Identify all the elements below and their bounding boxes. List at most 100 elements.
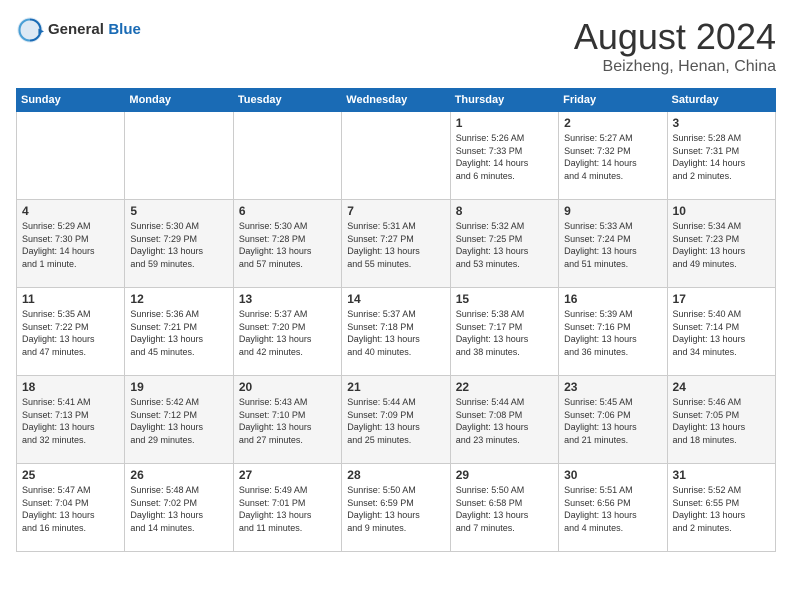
cell-info: Sunrise: 5:51 AM Sunset: 6:56 PM Dayligh… [564, 484, 661, 534]
cell-info: Sunrise: 5:41 AM Sunset: 7:13 PM Dayligh… [22, 396, 119, 446]
cell-info: Sunrise: 5:36 AM Sunset: 7:21 PM Dayligh… [130, 308, 227, 358]
day-number: 25 [22, 468, 119, 482]
header-cell-sunday: Sunday [17, 89, 125, 112]
logo-blue: Blue [108, 21, 141, 38]
day-number: 20 [239, 380, 336, 394]
calendar-cell: 12Sunrise: 5:36 AM Sunset: 7:21 PM Dayli… [125, 288, 233, 376]
header-cell-thursday: Thursday [450, 89, 558, 112]
day-number: 4 [22, 204, 119, 218]
day-number: 11 [22, 292, 119, 306]
calendar-cell: 17Sunrise: 5:40 AM Sunset: 7:14 PM Dayli… [667, 288, 775, 376]
day-number: 23 [564, 380, 661, 394]
calendar-cell: 24 Sunrise: 5:46 AM Sunset: 7:05 PM Dayli… [667, 376, 775, 464]
day-number: 24 [673, 380, 770, 394]
day-number: 26 [130, 468, 227, 482]
cell-info: Sunrise: 5:43 AM Sunset: 7:10 PM Dayligh… [239, 396, 336, 446]
cell-info: Sunrise: 5:47 AM Sunset: 7:04 PM Dayligh… [22, 484, 119, 534]
day-number: 29 [456, 468, 553, 482]
calendar-cell: 18 Sunrise: 5:41 AM Sunset: 7:13 PM Dayli… [17, 376, 125, 464]
calendar-cell: 8 Sunrise: 5:32 AM Sunset: 7:25 PM Daylig… [450, 200, 558, 288]
day-number: 18 [22, 380, 119, 394]
calendar-cell: 31 Sunrise: 5:52 AM Sunset: 6:55 PM Dayli… [667, 464, 775, 552]
logo-icon [16, 16, 44, 44]
day-number: 21 [347, 380, 444, 394]
cell-info: Sunrise: 5:33 AM Sunset: 7:24 PM Dayligh… [564, 220, 661, 270]
day-number: 28 [347, 468, 444, 482]
header-cell-monday: Monday [125, 89, 233, 112]
month-title: August 2024 [574, 16, 776, 58]
week-row-1: 1 Sunrise: 5:26 AM Sunset: 7:33 PM Daylig… [17, 112, 776, 200]
calendar-cell [233, 112, 341, 200]
cell-info: Sunrise: 5:48 AM Sunset: 7:02 PM Dayligh… [130, 484, 227, 534]
calendar-cell: 6Sunrise: 5:30 AM Sunset: 7:28 PM Daylig… [233, 200, 341, 288]
day-number: 8 [456, 204, 553, 218]
cell-info: Sunrise: 5:44 AM Sunset: 7:08 PM Dayligh… [456, 396, 553, 446]
calendar-table: SundayMondayTuesdayWednesdayThursdayFrid… [16, 88, 776, 552]
calendar-cell: 2Sunrise: 5:27 AM Sunset: 7:32 PM Daylig… [559, 112, 667, 200]
cell-info: Sunrise: 5:30 AM Sunset: 7:29 PM Dayligh… [130, 220, 227, 270]
cell-info: Sunrise: 5:34 AM Sunset: 7:23 PM Dayligh… [673, 220, 770, 270]
day-number: 1 [456, 116, 553, 130]
header-cell-friday: Friday [559, 89, 667, 112]
logo-text: General Blue [48, 21, 141, 39]
day-number: 9 [564, 204, 661, 218]
calendar-cell: 7 Sunrise: 5:31 AM Sunset: 7:27 PM Daylig… [342, 200, 450, 288]
cell-info: Sunrise: 5:45 AM Sunset: 7:06 PM Dayligh… [564, 396, 661, 446]
calendar-cell: 10 Sunrise: 5:34 AM Sunset: 7:23 PM Dayli… [667, 200, 775, 288]
day-number: 2 [564, 116, 661, 130]
calendar-cell: 13 Sunrise: 5:37 AM Sunset: 7:20 PM Dayli… [233, 288, 341, 376]
day-number: 7 [347, 204, 444, 218]
cell-info: Sunrise: 5:39 AM Sunset: 7:16 PM Dayligh… [564, 308, 661, 358]
cell-info: Sunrise: 5:52 AM Sunset: 6:55 PM Dayligh… [673, 484, 770, 534]
calendar-cell: 1 Sunrise: 5:26 AM Sunset: 7:33 PM Daylig… [450, 112, 558, 200]
calendar-cell: 4 Sunrise: 5:29 AM Sunset: 7:30 PM Daylig… [17, 200, 125, 288]
week-row-2: 4 Sunrise: 5:29 AM Sunset: 7:30 PM Daylig… [17, 200, 776, 288]
calendar-cell: 26 Sunrise: 5:48 AM Sunset: 7:02 PM Dayli… [125, 464, 233, 552]
day-number: 5 [130, 204, 227, 218]
day-number: 3 [673, 116, 770, 130]
calendar-cell: 23 Sunrise: 5:45 AM Sunset: 7:06 PM Dayli… [559, 376, 667, 464]
day-number: 31 [673, 468, 770, 482]
cell-info: Sunrise: 5:44 AM Sunset: 7:09 PM Dayligh… [347, 396, 444, 446]
calendar-cell: 21 Sunrise: 5:44 AM Sunset: 7:09 PM Dayli… [342, 376, 450, 464]
calendar-cell: 25 Sunrise: 5:47 AM Sunset: 7:04 PM Dayli… [17, 464, 125, 552]
header-row: SundayMondayTuesdayWednesdayThursdayFrid… [17, 89, 776, 112]
week-row-5: 25 Sunrise: 5:47 AM Sunset: 7:04 PM Dayli… [17, 464, 776, 552]
cell-info: Sunrise: 5:50 AM Sunset: 6:59 PM Dayligh… [347, 484, 444, 534]
calendar-cell: 3 Sunrise: 5:28 AM Sunset: 7:31 PM Daylig… [667, 112, 775, 200]
logo-general: General [48, 21, 104, 38]
page-header: General Blue August 2024 Beizheng, Henan… [16, 16, 776, 76]
title-block: August 2024 Beizheng, Henan, China [574, 16, 776, 76]
cell-info: Sunrise: 5:46 AM Sunset: 7:05 PM Dayligh… [673, 396, 770, 446]
day-number: 27 [239, 468, 336, 482]
calendar-cell [342, 112, 450, 200]
cell-info: Sunrise: 5:42 AM Sunset: 7:12 PM Dayligh… [130, 396, 227, 446]
week-row-3: 11 Sunrise: 5:35 AM Sunset: 7:22 PM Dayli… [17, 288, 776, 376]
calendar-cell [125, 112, 233, 200]
cell-info: Sunrise: 5:35 AM Sunset: 7:22 PM Dayligh… [22, 308, 119, 358]
cell-info: Sunrise: 5:30 AM Sunset: 7:28 PM Dayligh… [239, 220, 336, 270]
cell-info: Sunrise: 5:38 AM Sunset: 7:17 PM Dayligh… [456, 308, 553, 358]
day-number: 10 [673, 204, 770, 218]
calendar-header: SundayMondayTuesdayWednesdayThursdayFrid… [17, 89, 776, 112]
calendar-cell: 16Sunrise: 5:39 AM Sunset: 7:16 PM Dayli… [559, 288, 667, 376]
day-number: 15 [456, 292, 553, 306]
calendar-cell: 30Sunrise: 5:51 AM Sunset: 6:56 PM Dayli… [559, 464, 667, 552]
header-cell-saturday: Saturday [667, 89, 775, 112]
calendar-cell: 15 Sunrise: 5:38 AM Sunset: 7:17 PM Dayli… [450, 288, 558, 376]
cell-info: Sunrise: 5:29 AM Sunset: 7:30 PM Dayligh… [22, 220, 119, 270]
day-number: 13 [239, 292, 336, 306]
week-row-4: 18 Sunrise: 5:41 AM Sunset: 7:13 PM Dayli… [17, 376, 776, 464]
day-number: 17 [673, 292, 770, 306]
calendar-cell: 20 Sunrise: 5:43 AM Sunset: 7:10 PM Dayli… [233, 376, 341, 464]
cell-info: Sunrise: 5:32 AM Sunset: 7:25 PM Dayligh… [456, 220, 553, 270]
calendar-cell: 19Sunrise: 5:42 AM Sunset: 7:12 PM Dayli… [125, 376, 233, 464]
cell-info: Sunrise: 5:37 AM Sunset: 7:18 PM Dayligh… [347, 308, 444, 358]
cell-info: Sunrise: 5:37 AM Sunset: 7:20 PM Dayligh… [239, 308, 336, 358]
cell-info: Sunrise: 5:26 AM Sunset: 7:33 PM Dayligh… [456, 132, 553, 182]
cell-info: Sunrise: 5:31 AM Sunset: 7:27 PM Dayligh… [347, 220, 444, 270]
cell-info: Sunrise: 5:50 AM Sunset: 6:58 PM Dayligh… [456, 484, 553, 534]
cell-info: Sunrise: 5:28 AM Sunset: 7:31 PM Dayligh… [673, 132, 770, 182]
calendar-cell [17, 112, 125, 200]
cell-info: Sunrise: 5:49 AM Sunset: 7:01 PM Dayligh… [239, 484, 336, 534]
